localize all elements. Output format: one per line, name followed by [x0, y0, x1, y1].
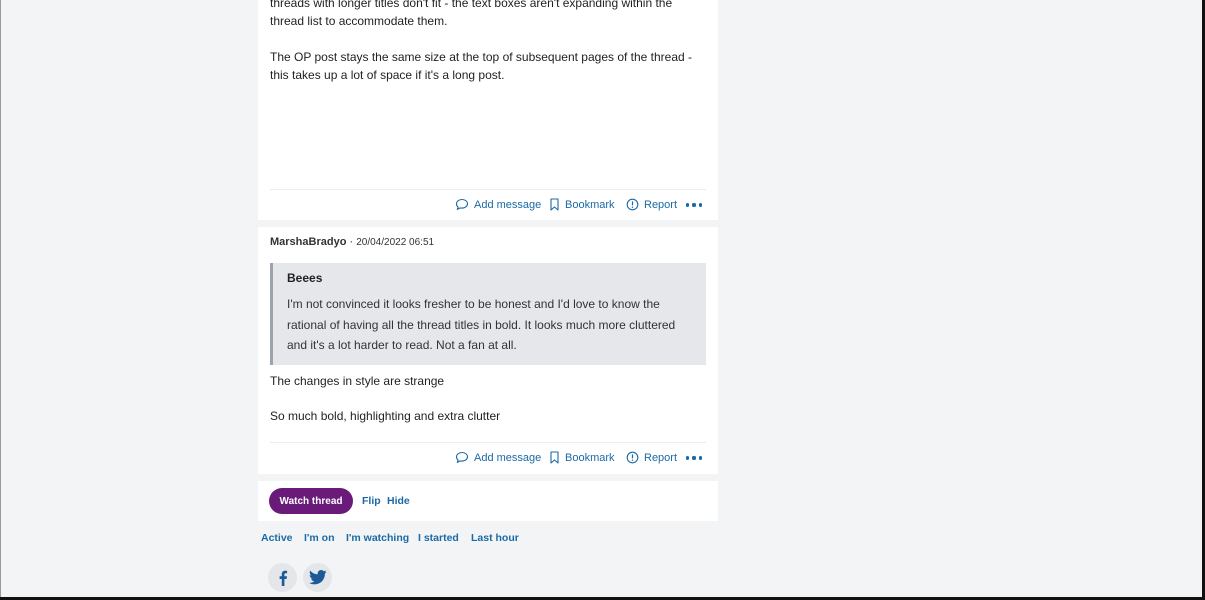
watch-thread-button[interactable]: Watch thread	[269, 488, 353, 514]
report-button[interactable]: Report	[626, 198, 677, 211]
filter-i-started[interactable]: I started	[418, 532, 459, 544]
add-message-button[interactable]: Add message	[455, 451, 541, 464]
bookmark-icon	[550, 451, 559, 464]
quote-block: Beees I'm not convinced it looks fresher…	[270, 263, 706, 365]
filter-active[interactable]: Active	[261, 532, 293, 544]
quote-author: Beees	[287, 271, 323, 285]
post-header: MarshaBradyo · 20/04/2022 06:51	[270, 236, 434, 248]
flip-link[interactable]: Flip	[362, 495, 381, 507]
filter-im-watching[interactable]: I'm watching	[346, 532, 409, 544]
post-paragraph: So much bold, highlighting and extra clu…	[270, 409, 501, 423]
add-message-label: Add message	[474, 451, 542, 464]
post-paragraph: threads with longer titles don't fit - t…	[270, 0, 673, 28]
add-message-label: Add message	[474, 198, 542, 211]
post-actions: Add message Bookmark Report	[270, 442, 706, 473]
window-left-edge	[0, 0, 1, 600]
bookmark-label: Bookmark	[565, 198, 615, 211]
thread-controls: Watch thread Flip Hide	[258, 481, 718, 521]
post-paragraph: The changes in style are strange	[270, 374, 445, 388]
post-card-op: threads with longer titles don't fit - t…	[258, 0, 718, 220]
more-options-icon[interactable]	[684, 451, 704, 465]
add-message-button[interactable]: Add message	[455, 198, 541, 211]
twitter-share-button[interactable]	[303, 563, 332, 592]
bookmark-button[interactable]: Bookmark	[549, 451, 615, 464]
post-date: 20/04/2022 06:51	[356, 237, 435, 248]
post-author[interactable]: MarshaBradyo	[270, 236, 346, 248]
bookmark-label: Bookmark	[565, 451, 615, 464]
report-label: Report	[644, 198, 678, 211]
thread-column: threads with longer titles don't fit - t…	[258, 0, 718, 521]
report-button[interactable]: Report	[626, 451, 677, 464]
facebook-share-button[interactable]	[268, 563, 297, 592]
speech-bubble-icon	[455, 451, 469, 463]
facebook-icon	[279, 570, 287, 586]
post-actions: Add message Bookmark Report	[270, 189, 706, 220]
report-icon	[626, 198, 639, 211]
speech-bubble-icon	[455, 198, 469, 210]
report-icon	[626, 451, 639, 464]
bookmark-button[interactable]: Bookmark	[549, 198, 615, 211]
report-label: Report	[644, 451, 678, 464]
filter-last-hour[interactable]: Last hour	[471, 532, 519, 544]
post-paragraph: The OP post stays the same size at the t…	[270, 50, 693, 82]
more-options-icon[interactable]	[684, 198, 704, 212]
hide-link[interactable]: Hide	[387, 495, 410, 507]
filter-im-on[interactable]: I'm on	[304, 532, 335, 544]
bookmark-icon	[550, 198, 559, 211]
header-separator: ·	[349, 236, 354, 248]
quote-text: I'm not convinced it looks fresher to be…	[287, 297, 676, 352]
post-card-reply: MarshaBradyo · 20/04/2022 06:51 Beees I'…	[258, 227, 718, 474]
twitter-icon	[308, 570, 327, 585]
